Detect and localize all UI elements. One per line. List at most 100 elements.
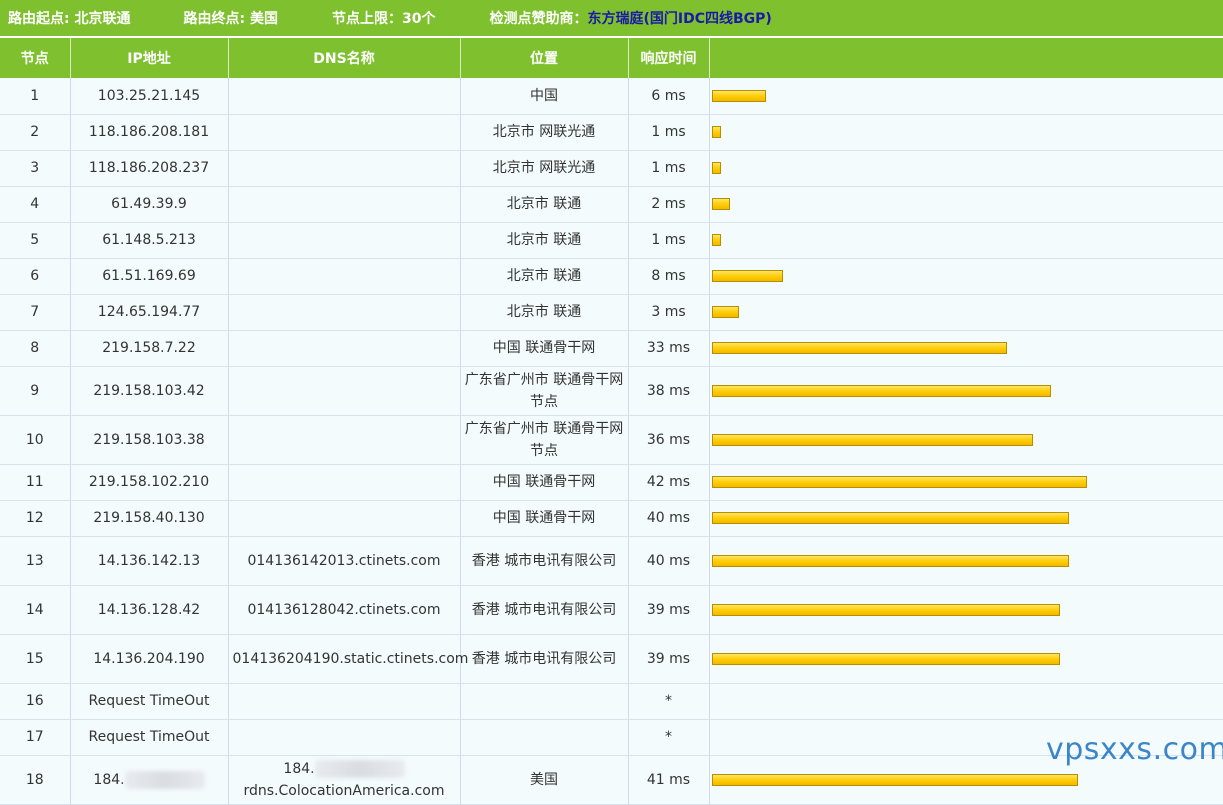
ip-cell: 184. bbox=[70, 755, 229, 805]
table-row: 12 219.158.40.130 中国 联通骨干网 40 ms bbox=[0, 500, 1223, 537]
location-cell: 北京市 联通 bbox=[460, 258, 629, 295]
sponsor-paren-close: ) bbox=[765, 11, 772, 27]
hop-cell: 6 bbox=[0, 258, 71, 295]
response-time-cell: 1 ms bbox=[628, 222, 710, 259]
response-time-bar bbox=[711, 162, 721, 174]
response-time-bar bbox=[711, 126, 721, 138]
dns-cell bbox=[228, 330, 461, 367]
dns-cell bbox=[228, 500, 461, 537]
ip-cell: 103.25.21.145 bbox=[70, 78, 229, 115]
dns-cell: 014136204190.static.ctinets.com bbox=[228, 634, 468, 684]
response-time-cell: 42 ms bbox=[628, 464, 710, 501]
response-time-bar bbox=[711, 652, 1060, 665]
response-time-cell: 1 ms bbox=[628, 114, 710, 151]
ip-cell: 118.186.208.237 bbox=[70, 150, 229, 187]
response-time-bar bbox=[711, 270, 783, 282]
ip-cell: 219.158.103.38 bbox=[70, 415, 229, 465]
table-row: 2 118.186.208.181 北京市 网联光通 1 ms bbox=[0, 114, 1223, 151]
location-cell: 香港 城市电讯有限公司 bbox=[460, 585, 629, 635]
response-time-cell: 2 ms bbox=[628, 186, 710, 223]
response-time-cell: 40 ms bbox=[628, 536, 710, 586]
col-header-location: 位置 bbox=[460, 38, 629, 78]
dns-cell bbox=[228, 150, 461, 187]
bar-cell bbox=[709, 585, 1223, 635]
response-time-cell: 1 ms bbox=[628, 150, 710, 187]
location-cell: 美国 bbox=[460, 755, 629, 805]
response-time-bar bbox=[711, 342, 1007, 354]
table-row: 3 118.186.208.237 北京市 网联光通 1 ms bbox=[0, 150, 1223, 187]
response-time-bar bbox=[711, 554, 1069, 567]
response-time-bar bbox=[711, 512, 1069, 524]
response-time-cell: 39 ms bbox=[628, 634, 710, 684]
table-row: 4 61.49.39.9 北京市 联通 2 ms bbox=[0, 186, 1223, 223]
dns-cell: 184. rdns.ColocationAmerica.com bbox=[228, 755, 461, 805]
hop-cell: 3 bbox=[0, 150, 71, 187]
location-cell: 中国 联通骨干网 bbox=[460, 464, 629, 501]
dns-cell bbox=[228, 719, 461, 756]
response-time-bar bbox=[711, 306, 739, 318]
ip-cell: Request TimeOut bbox=[70, 719, 229, 756]
response-time-cell: * bbox=[628, 719, 710, 756]
response-time-cell: 3 ms bbox=[628, 294, 710, 331]
hop-cell: 4 bbox=[0, 186, 71, 223]
table-row: 5 61.148.5.213 北京市 联通 1 ms bbox=[0, 222, 1223, 259]
location-cell: 香港 城市电讯有限公司 bbox=[460, 536, 629, 586]
response-time-cell: * bbox=[628, 683, 710, 720]
response-time-cell: 38 ms bbox=[628, 366, 710, 416]
hop-cell: 14 bbox=[0, 585, 71, 635]
dns-cell bbox=[228, 366, 461, 416]
response-time-bar bbox=[711, 89, 766, 102]
ip-cell: 118.186.208.181 bbox=[70, 114, 229, 151]
dns-cell bbox=[228, 78, 461, 115]
location-cell: 广东省广州市 联通骨干网节点 bbox=[460, 366, 629, 416]
table-header-row: 节点 IP地址 DNS名称 位置 响应时间 bbox=[0, 38, 1223, 78]
sponsor-detail-link[interactable]: 国门IDC四线BGP bbox=[650, 11, 766, 27]
ip-cell: 219.158.40.130 bbox=[70, 500, 229, 537]
sponsor-link[interactable]: 东方瑞庭 bbox=[587, 11, 643, 27]
table-row: 7 124.65.194.77 北京市 联通 3 ms bbox=[0, 294, 1223, 331]
table-row: 15 14.136.204.190 014136204190.static.ctin… bbox=[0, 634, 1223, 684]
bar-cell bbox=[709, 536, 1223, 586]
bar-cell bbox=[709, 330, 1223, 367]
table-row: 8 219.158.7.22 中国 联通骨干网 33 ms bbox=[0, 330, 1223, 367]
ip-cell: 14.136.128.42 bbox=[70, 585, 229, 635]
dns-visible-prefix: 184. bbox=[283, 760, 315, 777]
table-row: 1 103.25.21.145 中国 6 ms bbox=[0, 78, 1223, 115]
col-header-dns: DNS名称 bbox=[228, 38, 461, 78]
ip-visible-part: 184. bbox=[93, 771, 125, 788]
ip-cell: 14.136.142.13 bbox=[70, 536, 229, 586]
location-cell: 北京市 联通 bbox=[460, 222, 629, 259]
ip-cell: 61.51.169.69 bbox=[70, 258, 229, 295]
bar-cell bbox=[709, 258, 1223, 295]
location-cell: 中国 联通骨干网 bbox=[460, 330, 629, 367]
hop-cell: 8 bbox=[0, 330, 71, 367]
dns-cell bbox=[228, 464, 461, 501]
node-limit: 节点上限：30个 bbox=[331, 11, 436, 27]
hop-cell: 7 bbox=[0, 294, 71, 331]
ip-cell: 219.158.103.42 bbox=[70, 366, 229, 416]
col-header-ip: IP地址 bbox=[70, 38, 229, 78]
response-time-cell: 6 ms bbox=[628, 78, 710, 115]
dns-visible-suffix: rdns.ColocationAmerica.com bbox=[243, 782, 445, 799]
table-row: 10 219.158.103.38 广东省广州市 联通骨干网节点 36 ms bbox=[0, 415, 1223, 465]
bar-cell bbox=[709, 415, 1223, 465]
ip-cell: 219.158.7.22 bbox=[70, 330, 229, 367]
bar-cell bbox=[709, 634, 1223, 684]
location-cell: 中国 联通骨干网 bbox=[460, 500, 629, 537]
bar-cell bbox=[709, 150, 1223, 187]
watermark: vpsxxs.com bbox=[1046, 732, 1223, 767]
response-time-bar bbox=[711, 384, 1051, 397]
dns-cell bbox=[228, 258, 461, 295]
bar-cell bbox=[709, 366, 1223, 416]
col-header-hop: 节点 bbox=[0, 38, 71, 78]
dns-cell bbox=[228, 683, 461, 720]
bar-cell bbox=[709, 683, 1223, 720]
bar-cell bbox=[709, 294, 1223, 331]
table-row: 16 Request TimeOut * bbox=[0, 683, 1223, 720]
route-destination: 路由终点: 美国 bbox=[183, 11, 278, 27]
dns-cell bbox=[228, 294, 461, 331]
bar-cell bbox=[709, 114, 1223, 151]
hop-cell: 11 bbox=[0, 464, 71, 501]
hop-cell: 13 bbox=[0, 536, 71, 586]
response-time-bar bbox=[711, 234, 721, 246]
